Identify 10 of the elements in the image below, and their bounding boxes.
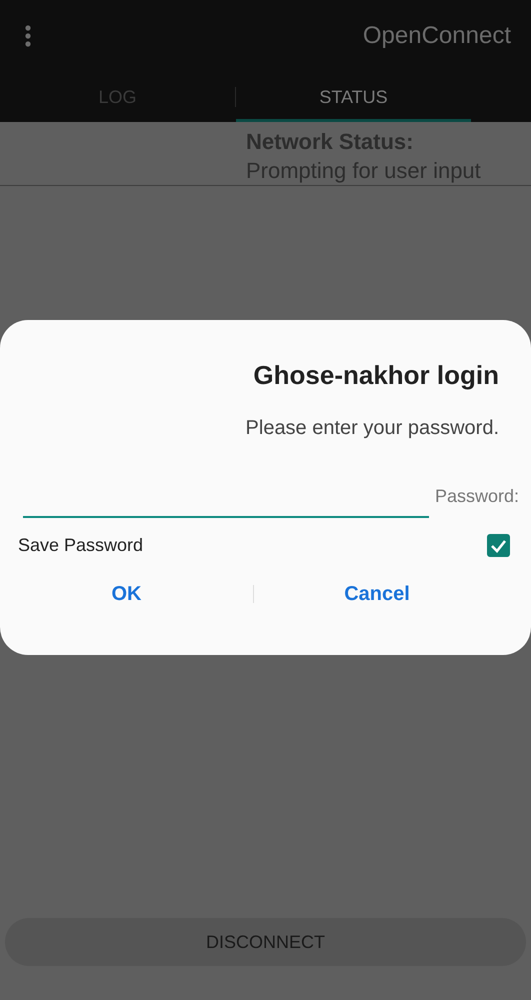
- ok-button[interactable]: OK: [0, 579, 253, 609]
- password-label: Password:: [434, 485, 519, 508]
- app-title: OpenConnect: [362, 21, 511, 51]
- save-password-checkbox[interactable]: [487, 534, 510, 557]
- save-password-label: Save Password: [18, 534, 144, 557]
- disconnect-button[interactable]: DISCONNECT: [5, 918, 526, 966]
- dialog-title: Ghose-nakhor login: [253, 359, 499, 392]
- cancel-button[interactable]: Cancel: [254, 579, 500, 609]
- tab[interactable]: STATUS: [236, 72, 471, 122]
- dialog-message: Please enter your password.: [246, 416, 499, 441]
